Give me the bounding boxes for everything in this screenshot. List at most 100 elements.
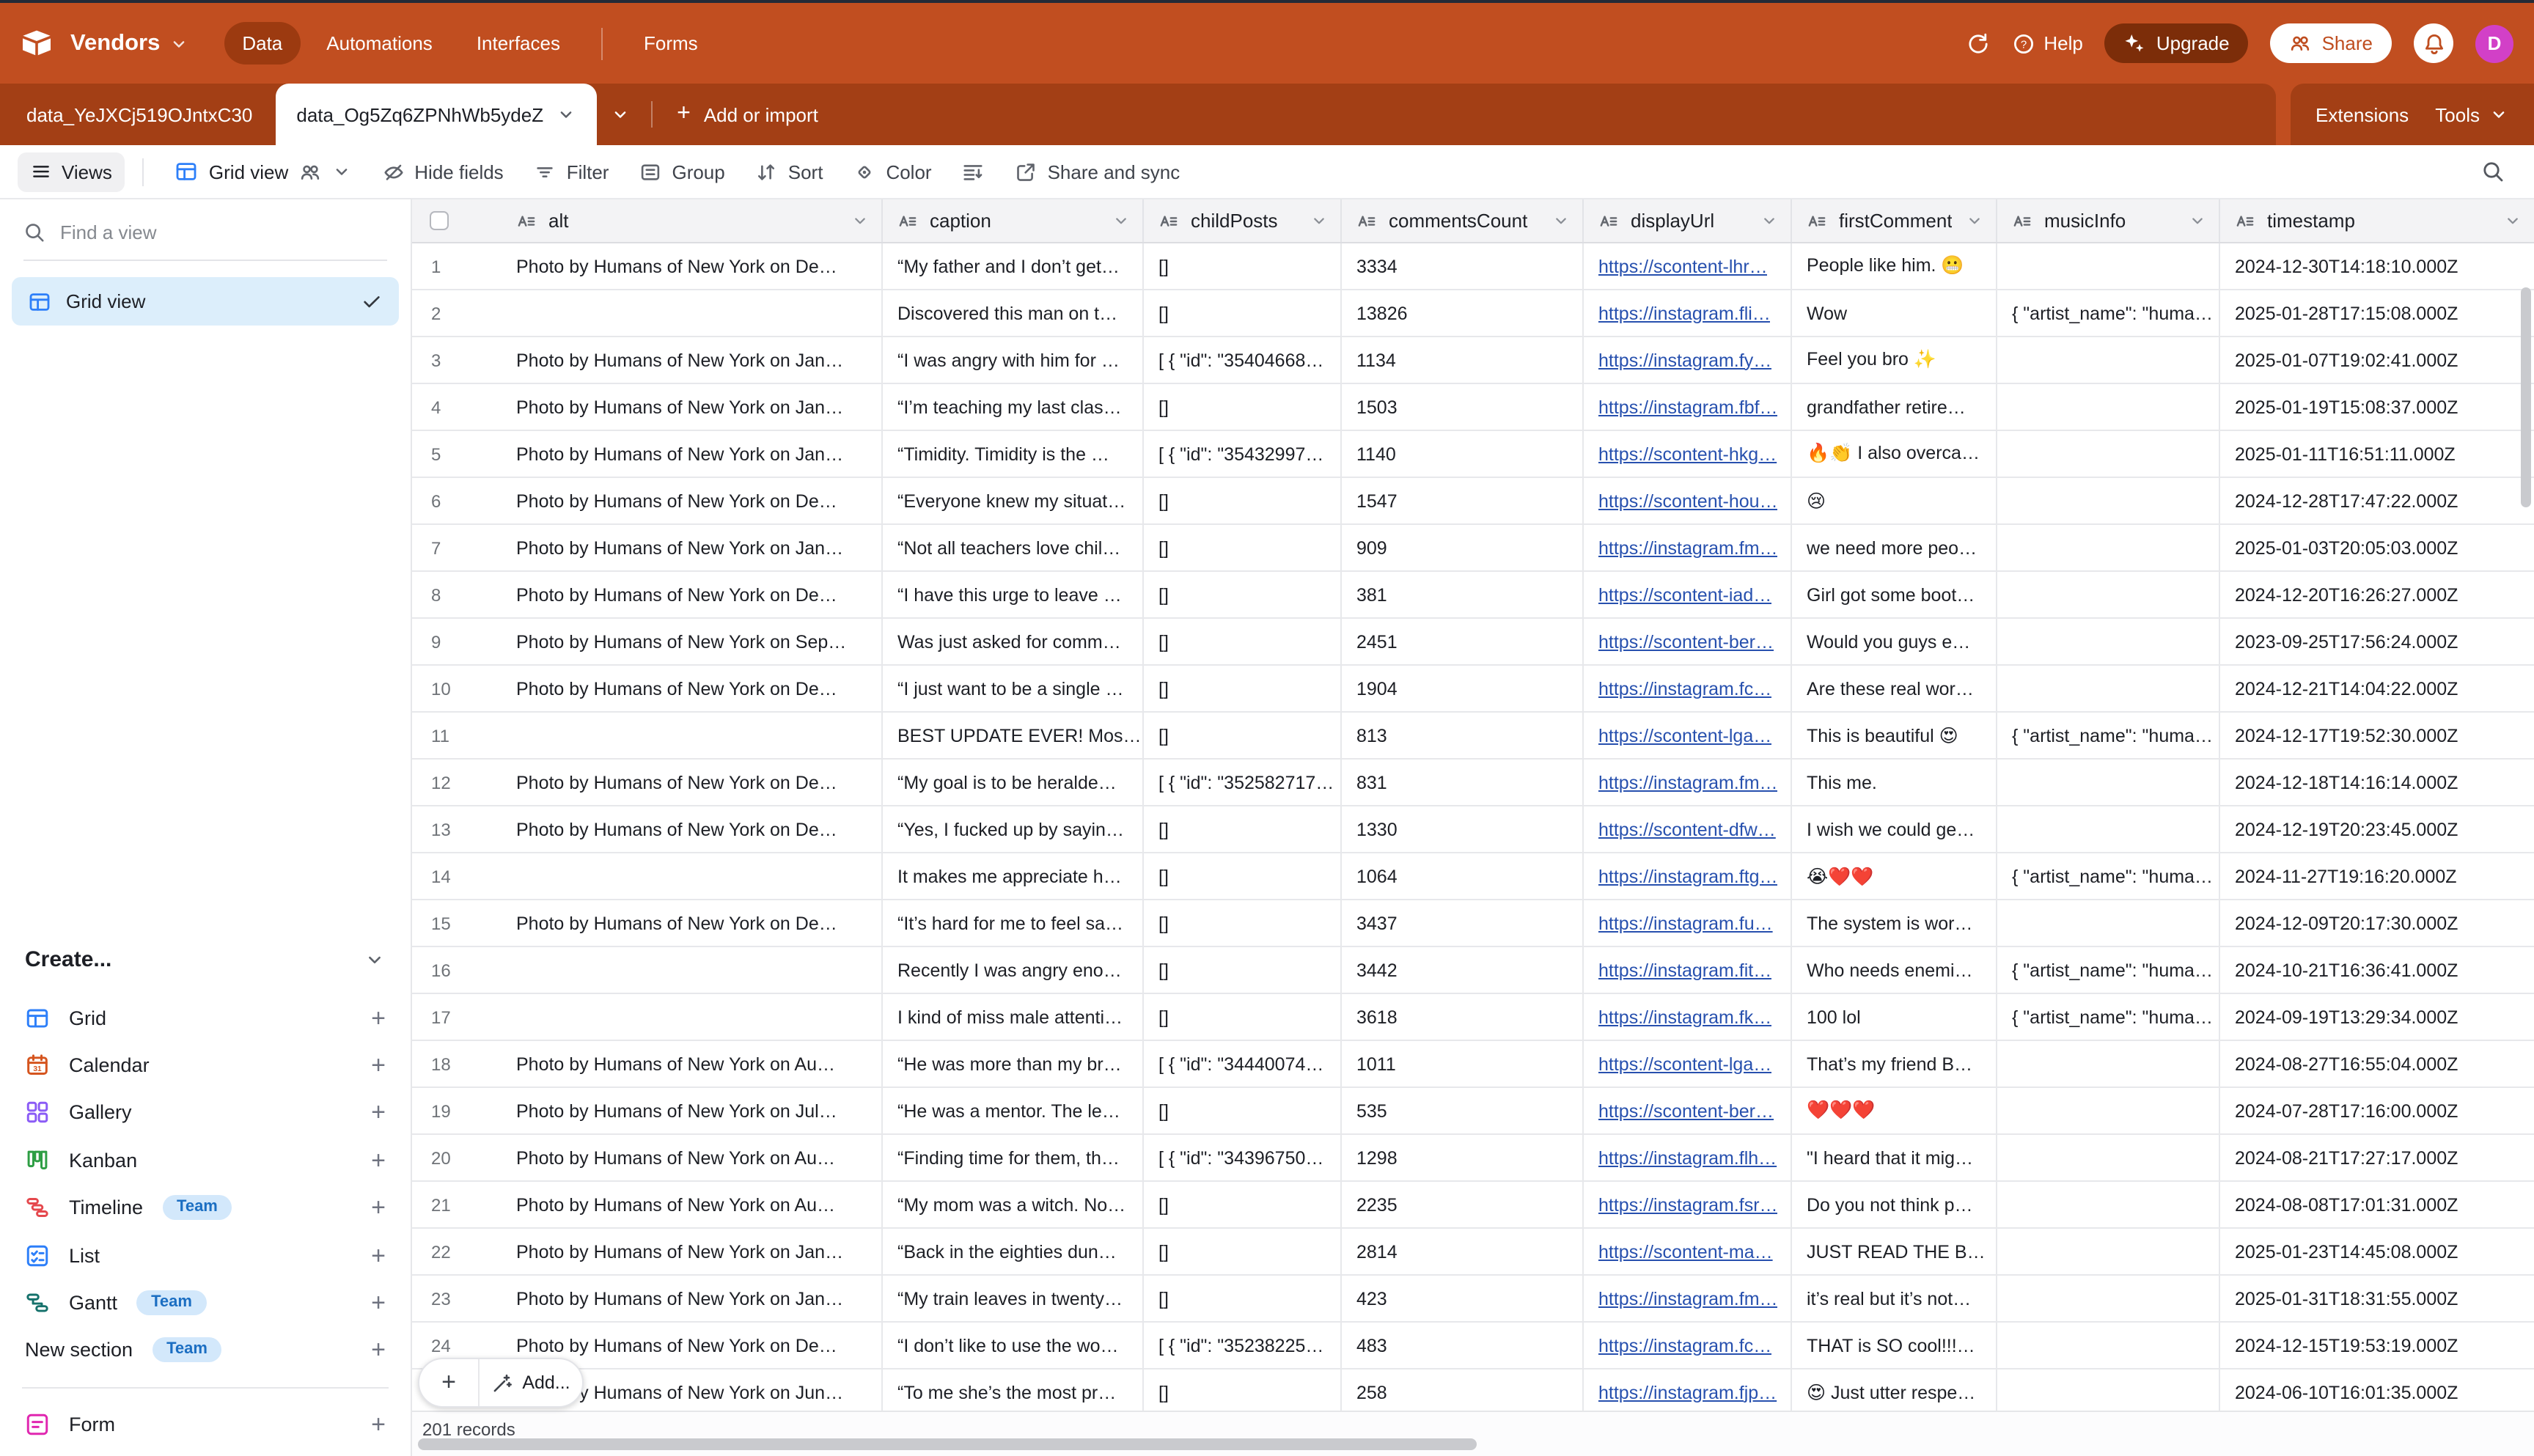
cell-childPosts[interactable]: [] [1142, 853, 1340, 899]
plus-icon[interactable]: + [371, 1196, 386, 1221]
cell-musicInfo[interactable] [1996, 760, 2219, 805]
cell-alt[interactable] [502, 947, 881, 993]
cell-timestamp[interactable]: 2024-06-10T16:01:35.000Z [2219, 1369, 2534, 1415]
plus-icon[interactable]: + [371, 1243, 386, 1268]
cell-commentsCount[interactable]: 1140 [1340, 431, 1582, 477]
cell-caption[interactable]: Was just asked for comm… [881, 619, 1142, 664]
cell-displayUrl[interactable]: https://scontent-hkg… [1582, 431, 1791, 477]
plus-icon[interactable]: + [371, 1148, 386, 1173]
cell-childPosts[interactable]: [] [1142, 290, 1340, 336]
cell-caption[interactable]: “I was angry with him for … [881, 337, 1142, 383]
cell-childPosts[interactable]: [] [1142, 572, 1340, 617]
cell-alt[interactable] [502, 713, 881, 758]
chevron-down-icon[interactable] [1546, 211, 1571, 230]
cell-commentsCount[interactable]: 13826 [1340, 290, 1582, 336]
row-number[interactable]: 18 [412, 1041, 502, 1087]
column-header-childPosts[interactable]: childPosts [1142, 199, 1340, 242]
cell-firstComment[interactable]: That’s my friend B… [1791, 1041, 1996, 1087]
cell-caption[interactable]: “It’s hard for me to feel sa… [881, 900, 1142, 946]
cell-displayUrl[interactable]: https://scontent-ma… [1582, 1229, 1791, 1274]
row-number[interactable]: 17 [412, 994, 502, 1040]
cell-timestamp[interactable]: 2023-09-25T17:56:24.000Z [2219, 619, 2534, 664]
row-number[interactable]: 8 [412, 572, 502, 617]
cell-firstComment[interactable]: I wish we could ge… [1791, 806, 1996, 852]
sidebar-create-grid[interactable]: Grid+ [0, 994, 411, 1042]
plus-icon[interactable]: + [371, 1053, 386, 1078]
cell-alt[interactable]: Photo by Humans of New York on De… [502, 478, 881, 523]
cell-alt[interactable]: Photo by Humans of New York on Jan… [502, 1229, 881, 1274]
cell-timestamp[interactable]: 2024-12-19T20:23:45.000Z [2219, 806, 2534, 852]
cell-caption[interactable]: “I don’t like to use the wo… [881, 1323, 1142, 1368]
add-or-import-button[interactable]: + Add or import [659, 103, 836, 126]
cell-firstComment[interactable]: Girl got some boot… [1791, 572, 1996, 617]
cell-commentsCount[interactable]: 1011 [1340, 1041, 1582, 1087]
row-number[interactable]: 2 [412, 290, 502, 336]
cell-caption[interactable]: “He was more than my br… [881, 1041, 1142, 1087]
url-link[interactable]: https://instagram.fsr… [1598, 1194, 1778, 1215]
cell-musicInfo[interactable] [1996, 431, 2219, 477]
cell-firstComment[interactable]: Who needs enemi… [1791, 947, 1996, 993]
row-number[interactable]: 14 [412, 853, 502, 899]
chevron-down-icon[interactable] [1304, 211, 1329, 230]
row-number[interactable]: 22 [412, 1229, 502, 1274]
cell-firstComment[interactable]: "I heard that it mig… [1791, 1135, 1996, 1180]
cell-musicInfo[interactable] [1996, 572, 2219, 617]
cell-timestamp[interactable]: 2025-01-19T15:08:37.000Z [2219, 384, 2534, 430]
cell-alt[interactable]: Photo by Humans of New York on Au… [502, 1135, 881, 1180]
cell-caption[interactable]: I kind of miss male attenti… [881, 994, 1142, 1040]
cell-alt[interactable]: Photo by Humans of New York on De… [502, 666, 881, 711]
cell-commentsCount[interactable]: 1547 [1340, 478, 1582, 523]
cell-displayUrl[interactable]: https://instagram.fm… [1582, 760, 1791, 805]
cell-caption[interactable]: “He was a mentor. The le… [881, 1088, 1142, 1133]
cell-caption[interactable]: “My train leaves in twenty… [881, 1276, 1142, 1321]
cell-childPosts[interactable]: [ { "id": "34440074… [1142, 1041, 1340, 1087]
cell-displayUrl[interactable]: https://instagram.fli… [1582, 290, 1791, 336]
cell-timestamp[interactable]: 2024-10-21T16:36:41.000Z [2219, 947, 2534, 993]
filter-button[interactable]: Filter [521, 152, 623, 191]
cell-musicInfo[interactable] [1996, 1041, 2219, 1087]
cell-timestamp[interactable]: 2024-12-17T19:52:30.000Z [2219, 713, 2534, 758]
cell-caption[interactable]: “My goal is to be heralde… [881, 760, 1142, 805]
cell-timestamp[interactable]: 2024-07-28T17:16:00.000Z [2219, 1088, 2534, 1133]
cell-childPosts[interactable]: [ { "id": "35238225… [1142, 1323, 1340, 1368]
row-number[interactable]: 10 [412, 666, 502, 711]
find-a-view-input[interactable]: Find a view [23, 221, 387, 261]
cell-childPosts[interactable]: [] [1142, 900, 1340, 946]
cell-displayUrl[interactable]: https://instagram.fm… [1582, 525, 1791, 570]
cell-timestamp[interactable]: 2024-09-19T13:29:34.000Z [2219, 994, 2534, 1040]
sidebar-create-form[interactable]: Form+ [0, 1400, 411, 1448]
chevron-down-icon[interactable] [555, 104, 576, 125]
plus-icon[interactable]: + [371, 1290, 386, 1315]
row-number[interactable]: 20 [412, 1135, 502, 1180]
cell-displayUrl[interactable]: https://scontent-lga… [1582, 713, 1791, 758]
cell-commentsCount[interactable]: 1064 [1340, 853, 1582, 899]
cell-alt[interactable]: Photo by Humans of New York on Jan… [502, 384, 881, 430]
sidebar-item-grid-view[interactable]: Grid view [12, 277, 399, 326]
cell-commentsCount[interactable]: 2451 [1340, 619, 1582, 664]
cell-childPosts[interactable]: [] [1142, 666, 1340, 711]
row-height-button[interactable] [950, 152, 998, 191]
cell-childPosts[interactable]: [ { "id": "35432997… [1142, 431, 1340, 477]
cell-timestamp[interactable]: 2024-12-18T14:16:14.000Z [2219, 760, 2534, 805]
url-link[interactable]: https://scontent-hou… [1598, 490, 1778, 511]
cell-firstComment[interactable]: The system is wor… [1791, 900, 1996, 946]
tab-forms[interactable]: Forms [626, 22, 716, 65]
cell-musicInfo[interactable] [1996, 1182, 2219, 1227]
cell-displayUrl[interactable]: https://instagram.fm… [1582, 1276, 1791, 1321]
cell-firstComment[interactable]: ❤️❤️❤️ [1791, 1088, 1996, 1133]
sidebar-create-gantt[interactable]: GanttTeam+ [0, 1279, 411, 1327]
column-header-firstComment[interactable]: firstComment [1791, 199, 1996, 242]
cell-commentsCount[interactable]: 423 [1340, 1276, 1582, 1321]
share-button[interactable]: Share [2271, 23, 2392, 63]
cell-caption[interactable]: “Finding time for them, th… [881, 1135, 1142, 1180]
cell-commentsCount[interactable]: 258 [1340, 1369, 1582, 1415]
cell-childPosts[interactable]: [] [1142, 478, 1340, 523]
cell-childPosts[interactable]: [ { "id": "352582717… [1142, 760, 1340, 805]
url-link[interactable]: https://scontent-dfw… [1598, 819, 1776, 839]
column-header-timestamp[interactable]: timestamp [2219, 199, 2534, 242]
cell-commentsCount[interactable]: 1330 [1340, 806, 1582, 852]
plus-icon[interactable]: + [371, 1100, 386, 1125]
cell-commentsCount[interactable]: 3334 [1340, 243, 1582, 289]
cell-musicInfo[interactable] [1996, 243, 2219, 289]
base-switcher[interactable]: Vendors [70, 30, 189, 56]
